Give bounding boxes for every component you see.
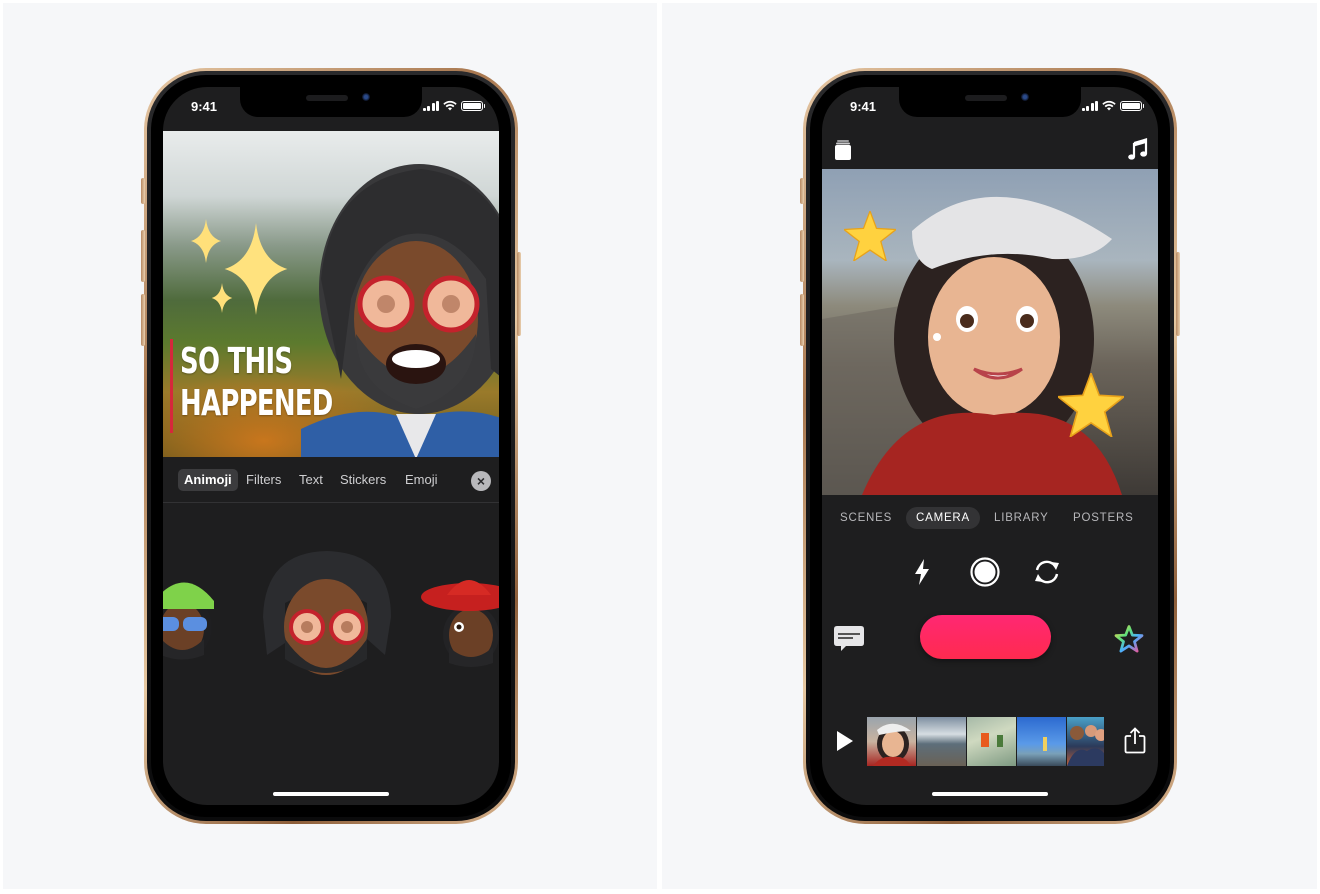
live-titles-icon[interactable] [834,626,864,652]
share-icon[interactable] [1124,727,1146,754]
clip-image-net-climb [981,733,1003,747]
clip-image-group-selfie [1067,725,1104,766]
sparkle-sticker [191,219,221,263]
flash-icon[interactable] [914,559,930,585]
tab-filters[interactable]: Filters [240,469,287,491]
notch [899,87,1081,117]
star-sticker [844,211,896,261]
notch [240,87,422,117]
close-icon: × [476,473,486,489]
clip-image-memoji-girl [873,723,911,766]
clip-timeline [822,717,1158,767]
right-iphone: 9:41 SCENES CAMERA LIBRARY POSTERS [800,68,1180,824]
tab-camera[interactable]: CAMERA [906,507,981,529]
tab-stickers[interactable]: Stickers [334,469,392,491]
battery-icon [461,100,485,111]
title-line-1: SO THIS [180,341,293,382]
wifi-icon [443,100,457,111]
clip-thumbnail-1[interactable] [867,717,916,766]
tab-text[interactable]: Text [293,469,329,491]
title-accent-bar [170,339,173,433]
clip-thumbnail-5[interactable] [1067,717,1104,766]
shutter-icon[interactable] [970,557,1000,587]
sparkle-sticker-small [211,283,233,313]
camera-controls [822,555,1158,589]
animoji-picker[interactable] [163,547,499,677]
record-row [822,615,1158,661]
side-button [1176,252,1180,336]
tab-library[interactable]: LIBRARY [984,507,1059,529]
video-title-text[interactable]: SO THIS HAPPENED [180,341,333,425]
clip-thumbnail-2[interactable] [917,717,966,766]
clip-thumbnail-4[interactable] [1017,717,1066,766]
volume-up-button [800,230,804,282]
home-indicator[interactable] [273,792,389,796]
tab-scenes[interactable]: SCENES [830,507,902,529]
volume-up-button [141,230,145,282]
animoji-option-dreadlocks[interactable] [255,547,397,681]
cellular-signal-icon [1081,100,1098,111]
volume-down-button [141,294,145,346]
effects-tab-bar: Animoji Filters Text Stickers Emoji × [163,457,499,503]
left-iphone: 9:41 SO THIS HAPPENED Animoji Filters Te… [141,68,521,824]
star-sticker [1058,373,1124,437]
projects-icon[interactable] [834,139,852,161]
flip-camera-icon[interactable] [1032,558,1062,586]
animoji-option-sombrero[interactable] [421,567,499,667]
music-note-icon[interactable] [1128,138,1148,160]
mode-tab-bar: SCENES CAMERA LIBRARY POSTERS [822,507,1158,531]
status-time: 9:41 [191,99,218,114]
play-icon[interactable] [836,730,854,752]
title-line-2: HAPPENED [180,383,333,424]
right-screen: 9:41 SCENES CAMERA LIBRARY POSTERS [822,87,1158,805]
effects-star-icon[interactable] [1114,624,1144,654]
video-preview[interactable]: SO THIS HAPPENED [163,131,499,457]
animoji-option-green-beanie[interactable] [163,569,219,661]
side-button [517,252,521,336]
status-time: 9:41 [850,99,877,114]
mute-switch [800,178,804,204]
cellular-signal-icon [422,100,439,111]
close-effects-button[interactable]: × [471,471,491,491]
clip-thumbnail-3[interactable] [967,717,1016,766]
battery-icon [1120,100,1144,111]
tab-animoji[interactable]: Animoji [178,469,238,491]
home-indicator[interactable] [932,792,1048,796]
left-screen: 9:41 SO THIS HAPPENED Animoji Filters Te… [163,87,499,805]
top-bar [822,131,1158,169]
tab-emoji[interactable]: Emoji [399,469,444,491]
camera-viewfinder[interactable] [822,169,1158,495]
wifi-icon [1102,100,1116,111]
mute-switch [141,178,145,204]
tab-posters[interactable]: POSTERS [1063,507,1144,529]
volume-down-button [800,294,804,346]
record-button[interactable] [920,615,1051,659]
clip-image-ocean-jump [1043,737,1047,751]
